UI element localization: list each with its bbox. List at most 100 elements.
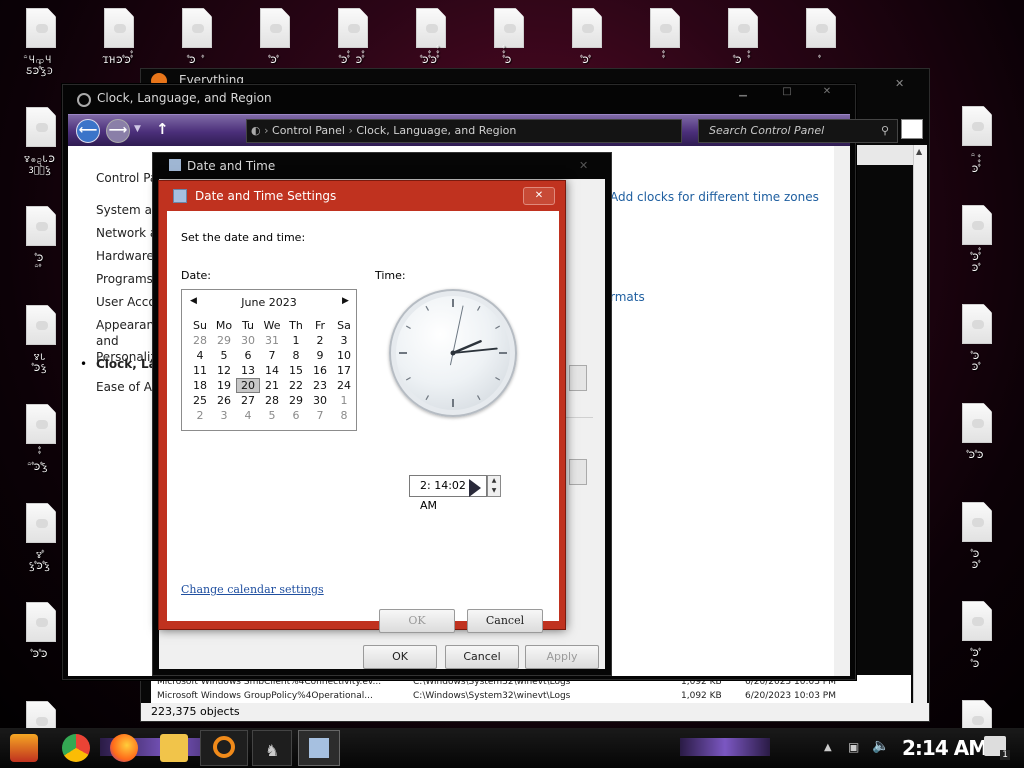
calendar-day[interactable]: 8 (332, 408, 356, 423)
calendar-day[interactable]: 13 (236, 363, 260, 378)
sidebar-item[interactable]: Hardware and Sound (96, 248, 154, 264)
calendar-day[interactable]: 28 (188, 333, 212, 348)
calendar-day[interactable]: 31 (260, 333, 284, 348)
calendar-day[interactable]: 1 (284, 333, 308, 348)
calendar-day[interactable]: 15 (284, 363, 308, 378)
calendar-day[interactable]: 9 (308, 348, 332, 363)
desktop-file-icon[interactable]: ꚞꜾꚞꜾ (942, 403, 1010, 481)
calendar-day[interactable]: 3 (332, 333, 356, 348)
calendar-day[interactable]: 4 (236, 408, 260, 423)
calendar-day[interactable]: 27 (236, 393, 260, 408)
calendar-day[interactable]: 29 (284, 393, 308, 408)
calendar-day[interactable]: 10 (332, 348, 356, 363)
cancel-button[interactable]: Cancel (445, 645, 519, 669)
calendar-day[interactable]: 17 (332, 363, 356, 378)
calendar-day[interactable]: 7 (260, 348, 284, 363)
show-hidden-icons[interactable]: ▲ (824, 742, 832, 753)
calendar[interactable]: ◀ June 2023 ▶ Su Mo Tu We Th Fr Sa 28 29 30 31 1 2 3 4… (181, 289, 357, 431)
close-button[interactable]: ✕ (523, 187, 555, 205)
calendar-day[interactable]: 4 (188, 348, 212, 363)
next-month-icon[interactable]: ▶ (342, 296, 349, 306)
calendar-day[interactable]: 22 (284, 378, 308, 393)
minimize-button[interactable]: ▁ (731, 85, 755, 99)
date-time-taskbar-button[interactable] (298, 730, 340, 766)
calendar-day[interactable]: 8 (284, 348, 308, 363)
scrollbar[interactable]: ▲ ▼ (913, 145, 927, 717)
calendar-day[interactable]: 6 (236, 348, 260, 363)
calendar-day[interactable]: 5 (260, 408, 284, 423)
calendar-day[interactable]: 20 (236, 378, 260, 393)
desktop-file-icon[interactable]: ꩰ Ꜿꚞꚞꚞ (942, 106, 1010, 184)
calendar-day[interactable]: 21 (260, 378, 284, 393)
calendar-day[interactable]: 26 (212, 393, 236, 408)
formats-link[interactable]: rmats (610, 290, 645, 304)
apply-button[interactable]: Apply (525, 645, 599, 669)
close-button[interactable]: ✕ (815, 85, 839, 99)
dialog-cancel-button[interactable]: Cancel (467, 609, 543, 633)
search-input[interactable]: Search Control Panel ⚲ (698, 119, 898, 143)
change-settings-button[interactable] (569, 459, 587, 485)
calendar-day[interactable]: 25 (188, 393, 212, 408)
breadcrumb-clock-language-region[interactable]: Clock, Language, and Region (356, 124, 516, 137)
ok-button[interactable]: OK (363, 645, 437, 669)
table-row[interactable]: Microsoft Windows GroupPolicy%4Operation… (151, 689, 911, 703)
calendar-day[interactable]: 19 (212, 378, 236, 393)
sidebar-item[interactable]: Control Panel Home (96, 170, 154, 186)
close-icon[interactable]: ✕ (579, 159, 588, 172)
spin-down-icon[interactable]: ▼ (488, 486, 500, 496)
taskbar-clock[interactable]: 2:14 AM (902, 736, 988, 760)
calendar-day[interactable]: 16 (308, 363, 332, 378)
dialog-ok-button[interactable]: OK (379, 609, 455, 633)
calendar-day[interactable]: 5 (212, 348, 236, 363)
notifications-icon[interactable]: 1 (984, 736, 1010, 760)
desktop-file-icon[interactable]: ꚞꜾꚞꚞ Ꜿꚞ (942, 205, 1010, 283)
spin-up-icon[interactable]: ▲ (488, 476, 500, 486)
breadcrumb-control-panel[interactable]: Control Panel (272, 124, 345, 137)
calendar-day[interactable]: 2 (308, 333, 332, 348)
desktop-file-icon[interactable]: ꚞꜾ Ꜿꚞ (942, 502, 1010, 580)
firefox-icon[interactable] (110, 734, 138, 762)
scroll-up-icon[interactable]: ▲ (916, 147, 922, 156)
app-taskbar-button[interactable]: ♞ (252, 730, 292, 766)
calendar-day[interactable]: 12 (212, 363, 236, 378)
chrome-icon[interactable] (62, 734, 90, 762)
change-time-zone-button[interactable] (569, 365, 587, 391)
calendar-day[interactable]: 1 (332, 393, 356, 408)
up-arrow-icon[interactable]: ↑ (156, 120, 169, 138)
calendar-day[interactable]: 30 (236, 333, 260, 348)
calendar-day[interactable]: 3 (212, 408, 236, 423)
maximize-button[interactable]: □ (775, 85, 799, 99)
sidebar-item[interactable]: System and Security (96, 202, 154, 218)
calendar-month[interactable]: June 2023 (182, 296, 356, 310)
calendar-day[interactable]: 14 (260, 363, 284, 378)
calendar-day[interactable]: 18 (188, 378, 212, 393)
calendar-day[interactable]: 6 (284, 408, 308, 423)
calendar-day[interactable]: 2 (188, 408, 212, 423)
sidebar-item[interactable]: Programs (96, 271, 154, 287)
sidebar-item[interactable]: Network and Internet (96, 225, 154, 241)
network-icon[interactable]: ▣ (848, 740, 859, 754)
desktop-file-icon[interactable]: ꩰႷကႷ ƼꜾꚞꚞꝢꜾ (6, 8, 74, 86)
calendar-day[interactable]: 24 (332, 378, 356, 393)
sidebar-item[interactable]: Clock, Language, and Region (96, 356, 154, 372)
everything-taskbar-button[interactable] (200, 730, 248, 766)
sidebar-item[interactable]: User Accounts (96, 294, 154, 310)
close-icon[interactable]: ✕ (895, 77, 904, 90)
change-calendar-settings-link[interactable]: Change calendar settings (181, 583, 324, 596)
calendar-day[interactable]: 7 (308, 408, 332, 423)
recent-pages-icon[interactable]: ▼ (134, 124, 141, 134)
desktop-file-icon[interactable]: ꚞꜾꚞ ꚞꜾ (942, 601, 1010, 679)
search-icon[interactable]: ⚲ (881, 120, 889, 142)
date-time-settings-dialog[interactable]: Date and Time Settings ✕ Set the date an… (158, 180, 566, 633)
calendar-day[interactable]: 23 (308, 378, 332, 393)
time-spinner[interactable]: ▲ ▼ (487, 475, 501, 497)
scrollbar[interactable] (834, 146, 850, 676)
calendar-day[interactable]: 28 (260, 393, 284, 408)
sidebar-item[interactable]: Ease of Access (96, 379, 154, 395)
everything-search-input[interactable] (901, 119, 923, 139)
file-explorer-icon[interactable] (160, 734, 188, 762)
back-button[interactable]: ⟵ (76, 119, 100, 143)
forward-button[interactable]: ⟶ (106, 119, 130, 143)
volume-icon[interactable]: 🔈 (872, 738, 889, 754)
desktop-file-icon[interactable]: ꚞꜾ Ꜿꚞ (942, 304, 1010, 382)
